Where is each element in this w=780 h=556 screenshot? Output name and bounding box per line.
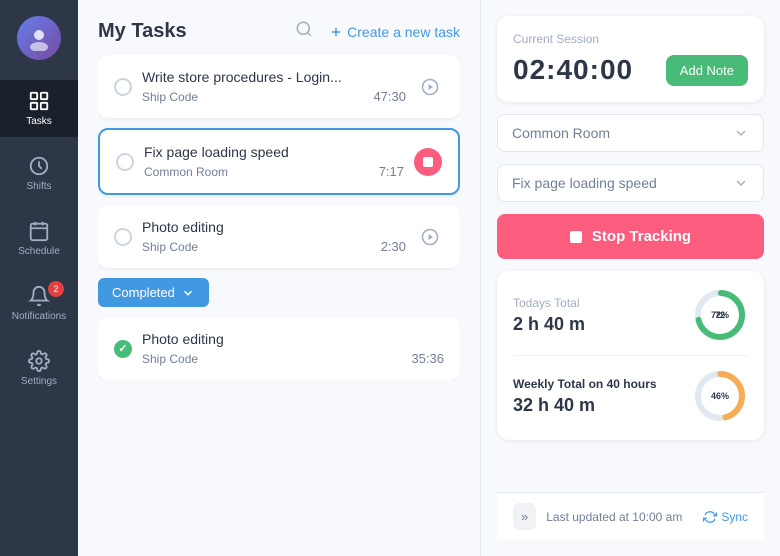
main-header: My Tasks Create a new task <box>98 20 460 43</box>
sidebar-item-schedule[interactable]: Schedule <box>0 210 78 267</box>
session-card: Current Session 02:40:00 Add Note <box>497 16 764 102</box>
task-radio-1[interactable] <box>114 78 132 96</box>
schedule-icon <box>28 220 50 242</box>
create-task-button[interactable]: Create a new task <box>329 24 460 40</box>
sidebar-schedule-label: Schedule <box>18 246 60 257</box>
completed-task-name: Photo editing <box>142 331 444 347</box>
add-note-button[interactable]: Add Note <box>666 55 748 86</box>
session-time: 02:40:00 <box>513 54 633 86</box>
todays-donut: 72 72% <box>692 287 748 343</box>
todays-value: 2 h 40 m <box>513 314 585 335</box>
completed-section: Completed <box>98 278 460 307</box>
table-row: Photo editing Ship Code 35:36 <box>98 317 460 380</box>
search-button[interactable] <box>295 20 313 43</box>
stop-button-2[interactable] <box>414 148 442 176</box>
stop-icon <box>570 231 582 243</box>
weekly-value: 32 h 40 m <box>513 395 657 416</box>
table-row: Photo editing Ship Code 2:30 <box>98 205 460 268</box>
stats-card: Todays Total 2 h 40 m 72 72% Weekly Tota… <box>497 271 764 440</box>
avatar <box>17 16 61 60</box>
weekly-total-row: Weekly Total on 40 hours 32 h 40 m 46% <box>513 368 748 424</box>
sidebar-settings-label: Settings <box>21 376 57 387</box>
chevron-down-icon <box>181 286 195 300</box>
todays-label: Todays Total <box>513 296 585 310</box>
sidebar-tasks-label: Tasks <box>26 116 52 127</box>
task-dropdown-value: Fix page loading speed <box>512 175 657 191</box>
right-panel: Current Session 02:40:00 Add Note Common… <box>480 0 780 556</box>
play-icon-1 <box>421 78 439 96</box>
weekly-donut: 46% <box>692 368 748 424</box>
footer-bar: » Last updated at 10:00 am Sync <box>497 492 764 540</box>
chevron-down-icon <box>733 125 749 141</box>
create-task-label: Create a new task <box>347 24 460 40</box>
sidebar-item-settings[interactable]: Settings <box>0 340 78 397</box>
sidebar-item-notifications[interactable]: 2 Notifications <box>0 275 78 332</box>
task-time-3: 2:30 <box>381 239 406 254</box>
sidebar-item-tasks[interactable]: Tasks <box>0 80 78 137</box>
task-radio-3[interactable] <box>114 228 132 246</box>
project-dropdown-value: Common Room <box>512 125 610 141</box>
project-dropdown[interactable]: Common Room <box>497 114 764 152</box>
task-time-2: 7:17 <box>379 164 404 179</box>
weekly-label: Weekly Total on 40 hours <box>513 377 657 391</box>
shifts-icon <box>28 155 50 177</box>
page-title: My Tasks <box>98 20 187 43</box>
completed-label: Completed <box>112 285 175 300</box>
play-icon-3 <box>421 228 439 246</box>
play-button-3[interactable] <box>416 223 444 251</box>
weekly-hours: 40 hours <box>607 377 657 391</box>
play-button-1[interactable] <box>416 73 444 101</box>
stop-tracking-label: Stop Tracking <box>592 228 691 245</box>
task-dropdown[interactable]: Fix page loading speed <box>497 164 764 202</box>
sidebar-notifications-label: Notifications <box>12 311 66 322</box>
stop-tracking-button[interactable]: Stop Tracking <box>497 214 764 259</box>
main-panel: My Tasks Create a new task Write store p… <box>78 0 480 556</box>
completed-dropdown-button[interactable]: Completed <box>98 278 209 307</box>
task-project-3: Ship Code <box>142 240 198 254</box>
task-list: Write store procedures - Login... Ship C… <box>98 55 460 380</box>
completed-task-project: Ship Code <box>142 352 198 366</box>
sync-icon <box>703 510 717 524</box>
search-icon <box>295 20 313 38</box>
completed-task-time: 35:36 <box>411 351 444 366</box>
sidebar: Tasks Shifts Schedule 2 Notifications Se… <box>0 0 78 556</box>
sync-label: Sync <box>721 510 748 524</box>
table-row: Write store procedures - Login... Ship C… <box>98 55 460 118</box>
tasks-icon <box>28 90 50 112</box>
task-radio-completed[interactable] <box>114 340 132 358</box>
task-project-2: Common Room <box>144 165 228 179</box>
notifications-icon <box>28 285 50 307</box>
todays-total-row: Todays Total 2 h 40 m 72 72% <box>513 287 748 356</box>
last-updated: Last updated at 10:00 am <box>546 510 682 524</box>
table-row: Fix page loading speed Common Room 7:17 <box>98 128 460 195</box>
task-radio-2[interactable] <box>116 153 134 171</box>
session-label: Current Session <box>513 32 748 46</box>
sidebar-shifts-label: Shifts <box>26 181 51 192</box>
sidebar-item-shifts[interactable]: Shifts <box>0 145 78 202</box>
task-name-2: Fix page loading speed <box>144 144 404 160</box>
stop-square-icon <box>423 157 433 167</box>
settings-icon <box>28 350 50 372</box>
chevron-down-icon-task <box>733 175 749 191</box>
task-time-1: 47:30 <box>373 89 406 104</box>
plus-icon <box>329 25 343 39</box>
task-project-1: Ship Code <box>142 90 198 104</box>
task-name-3: Photo editing <box>142 219 406 235</box>
task-name-1: Write store procedures - Login... <box>142 69 406 85</box>
notification-badge: 2 <box>48 281 64 297</box>
sync-button[interactable]: Sync <box>703 510 748 524</box>
expand-button[interactable]: » <box>513 503 536 530</box>
